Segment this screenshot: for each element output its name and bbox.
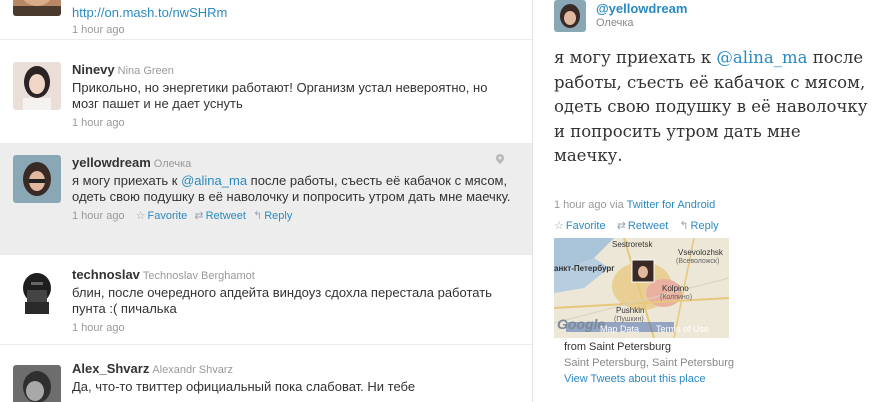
- tweet-item[interactable]: Ninevy Nina Green Прикольно, но энергетик…: [0, 50, 532, 144]
- terms-of-use-link[interactable]: Terms of Use: [656, 324, 709, 334]
- tweet-time[interactable]: 1 hour ago: [72, 117, 512, 130]
- reply-icon: ↰: [679, 220, 689, 232]
- mention-link[interactable]: @alina_ma: [181, 173, 247, 188]
- detail-actions: ☆ Favorite ⇄ Retweet ↰ Reply: [554, 219, 727, 233]
- screen-name[interactable]: Ninevy: [72, 62, 115, 77]
- via-link[interactable]: Twitter for Android: [627, 199, 716, 211]
- detail-avatar[interactable]: [554, 0, 586, 32]
- retweet-icon: ⇄: [194, 210, 204, 222]
- star-icon: ☆: [554, 220, 564, 232]
- full-name: Alexandr Shvarz: [152, 364, 234, 376]
- screen-name[interactable]: yellowdream: [72, 155, 151, 170]
- detail-full-name: Олечка: [596, 17, 634, 29]
- avatar[interactable]: [13, 62, 61, 110]
- place-name: Saint Petersburg, Saint Petersburg: [564, 357, 734, 369]
- retweet-icon: ⇄: [616, 220, 626, 232]
- location-map[interactable]: Sestroretsk Vsevolozhsk (Всеволожск) анк…: [554, 238, 729, 338]
- place-from: from Saint Petersburg: [564, 341, 671, 353]
- detail-tweet-text: я могу приехать к @alina_ma после работы…: [554, 48, 868, 165]
- avatar[interactable]: [13, 0, 61, 16]
- map-data-link[interactable]: Map Data: [600, 324, 639, 334]
- retweet-button[interactable]: ⇄ Retweet: [194, 210, 246, 223]
- screen-name[interactable]: technoslav: [72, 267, 140, 282]
- detail-time[interactable]: 1 hour ago: [554, 199, 607, 211]
- full-name: Олечка: [153, 158, 192, 170]
- tweet-item-selected[interactable]: yellowdream Олечка я могу приехать к @ali…: [0, 144, 532, 255]
- tweet-item[interactable]: technoslav Technoslav Berghamot блин, пос…: [0, 255, 532, 345]
- tweet-detail-pane: @yellowdream Олечка я могу приехать к @a…: [534, 0, 879, 402]
- reply-icon: ↰: [253, 210, 263, 222]
- tweet-link[interactable]: http://on.mash.to/nwSHRm: [72, 5, 227, 20]
- tweet-text: блин, после очередного апдейта виндоуз с…: [72, 285, 492, 316]
- tweet-text: я могу приехать к @alina_ma после работы…: [72, 173, 511, 204]
- reply-button[interactable]: ↰ Reply: [253, 210, 292, 223]
- tweet-text: Прикольно, но энергетики работают! Орган…: [72, 80, 488, 111]
- detail-favorite-button[interactable]: ☆ Favorite: [554, 219, 606, 233]
- tweet-time[interactable]: 1 hour ago: [72, 210, 125, 222]
- detail-reply-button[interactable]: ↰ Reply: [679, 219, 718, 233]
- avatar[interactable]: [13, 155, 61, 203]
- star-icon: ☆: [135, 210, 146, 222]
- avatar[interactable]: [13, 268, 61, 316]
- detail-retweet-button[interactable]: ⇄ Retweet: [616, 219, 669, 233]
- screen-name[interactable]: Alex_Shvarz: [72, 361, 149, 376]
- timeline: http://on.mash.to/nwSHRm 1 hour ago Nine…: [0, 0, 533, 402]
- tweet-time[interactable]: 1 hour ago: [72, 322, 512, 335]
- tweet-time[interactable]: 1 hour ago: [72, 24, 512, 37]
- detail-meta: 1 hour ago via Twitter for Android: [554, 199, 716, 211]
- tweet-item[interactable]: http://on.mash.to/nwSHRm 1 hour ago: [0, 0, 532, 40]
- tweet-item[interactable]: Alex_Shvarz Alexandr Shvarz Да, что-то тв…: [0, 345, 532, 402]
- favorite-button[interactable]: ☆ Favorite: [136, 210, 188, 223]
- tweet-text: Да, что-то твиттер официальный пока слаб…: [72, 379, 416, 394]
- detail-mention-link[interactable]: @alina_ma: [716, 48, 807, 67]
- avatar[interactable]: [13, 365, 61, 402]
- full-name: Nina Green: [117, 65, 174, 77]
- detail-screen-name[interactable]: @yellowdream: [596, 1, 687, 16]
- full-name: Technoslav Berghamot: [142, 270, 255, 282]
- view-tweets-about-place-link[interactable]: View Tweets about this place: [564, 373, 705, 385]
- google-logo: Google: [557, 316, 606, 332]
